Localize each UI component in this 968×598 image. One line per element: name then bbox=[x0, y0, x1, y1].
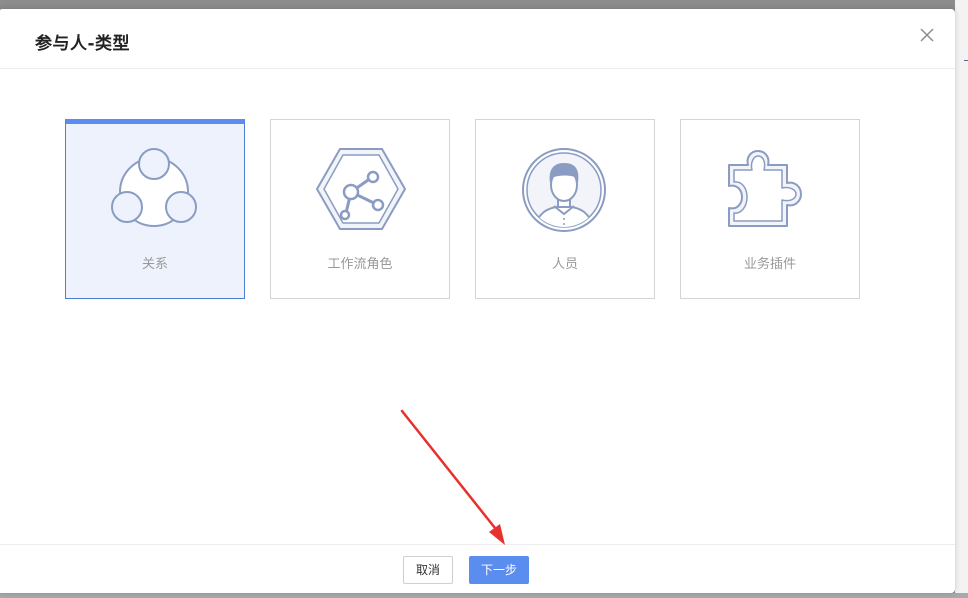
background-page-edge bbox=[955, 0, 968, 598]
dialog-title: 参与人-类型 bbox=[35, 34, 131, 54]
background-divider bbox=[964, 60, 968, 61]
dialog-header: 参与人-类型 bbox=[0, 9, 955, 69]
person-icon bbox=[522, 148, 606, 232]
cancel-button[interactable]: 取消 bbox=[403, 556, 453, 584]
workflow-role-icon bbox=[316, 148, 406, 230]
type-card-relationship[interactable]: 关系 bbox=[65, 119, 245, 299]
type-card-label: 关系 bbox=[141, 257, 168, 272]
close-icon[interactable] bbox=[918, 26, 936, 44]
type-card-workflow-role[interactable]: 工作流角色 bbox=[270, 119, 450, 299]
type-card-label: 工作流角色 bbox=[327, 257, 393, 272]
puzzle-plugin-icon bbox=[728, 150, 802, 227]
type-card-business-plugin[interactable]: 业务插件 bbox=[680, 119, 860, 299]
participant-type-dialog: 参与人-类型 关系 工作流角色 人员 业务插件 取消 下一步 bbox=[0, 9, 955, 593]
next-step-button[interactable]: 下一步 bbox=[469, 556, 529, 584]
type-card-label: 业务插件 bbox=[743, 257, 796, 272]
type-card-person[interactable]: 人员 bbox=[475, 119, 655, 299]
type-card-label: 人员 bbox=[551, 257, 578, 272]
dialog-footer: 取消 下一步 bbox=[0, 544, 955, 594]
relationship-icon bbox=[111, 148, 197, 227]
